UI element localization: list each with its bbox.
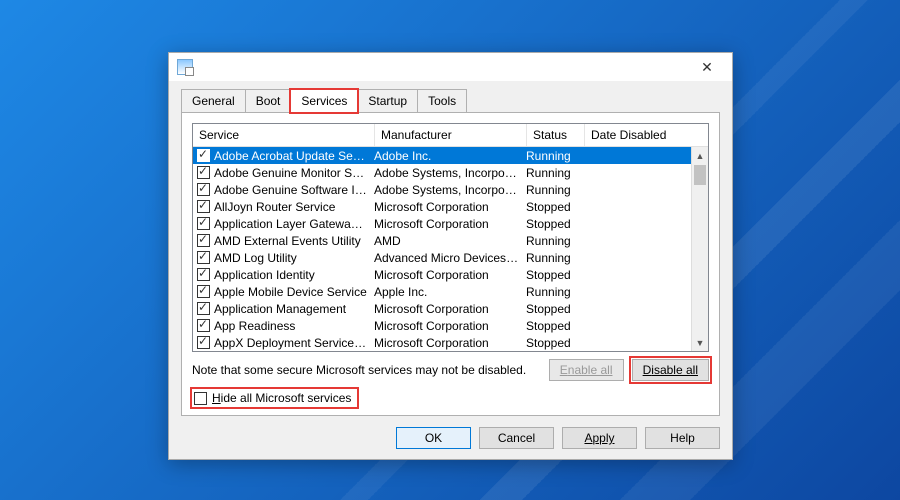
tab-strip: GeneralBootServicesStartupTools [169,81,732,113]
cell-manufacturer: Apple Inc. [374,285,526,299]
col-status[interactable]: Status [527,124,585,146]
cell-status: Stopped [526,200,584,214]
listview-header: Service Manufacturer Status Date Disable… [193,124,708,147]
hide-microsoft-services-label[interactable]: Hide all Microsoft services [212,391,351,405]
cell-status: Running [526,234,584,248]
apply-button[interactable]: Apply [562,427,637,449]
cell-manufacturer: Microsoft Corporation [374,302,526,316]
cell-manufacturer: Adobe Systems, Incorpora... [374,166,526,180]
cell-service: AMD External Events Utility [214,234,374,248]
table-row[interactable]: AppX Deployment Service (AppX...Microsof… [193,334,708,351]
row-checkbox[interactable] [197,268,210,281]
row-checkbox[interactable] [197,200,210,213]
cell-manufacturer: Microsoft Corporation [374,200,526,214]
cell-service: AppX Deployment Service (AppX... [214,336,374,350]
cell-status: Stopped [526,217,584,231]
tab-general[interactable]: General [181,89,246,113]
close-button[interactable]: ✕ [686,53,728,81]
cell-service: Application Layer Gateway Service [214,217,374,231]
table-row[interactable]: App ReadinessMicrosoft CorporationStoppe… [193,317,708,334]
cell-manufacturer: Microsoft Corporation [374,336,526,350]
table-row[interactable]: Application Layer Gateway ServiceMicroso… [193,215,708,232]
cell-manufacturer: AMD [374,234,526,248]
table-row[interactable]: AllJoyn Router ServiceMicrosoft Corporat… [193,198,708,215]
table-row[interactable]: Adobe Genuine Software Integri...Adobe S… [193,181,708,198]
row-checkbox[interactable] [197,183,210,196]
row-checkbox[interactable] [197,166,210,179]
secure-services-note: Note that some secure Microsoft services… [192,363,526,377]
tab-services[interactable]: Services [290,89,358,113]
table-row[interactable]: Application ManagementMicrosoft Corporat… [193,300,708,317]
cell-manufacturer: Adobe Inc. [374,149,526,163]
scroll-up-icon[interactable]: ▲ [692,147,708,164]
table-row[interactable]: Adobe Genuine Monitor ServiceAdobe Syste… [193,164,708,181]
enable-all-button: Enable all [549,359,624,381]
row-checkbox[interactable] [197,285,210,298]
col-service[interactable]: Service [193,124,375,146]
cell-status: Running [526,149,584,163]
row-checkbox[interactable] [197,251,210,264]
cell-status: Stopped [526,319,584,333]
table-row[interactable]: Apple Mobile Device ServiceApple Inc.Run… [193,283,708,300]
help-button[interactable]: Help [645,427,720,449]
cell-service: Adobe Genuine Monitor Service [214,166,374,180]
listview-body: Adobe Acrobat Update ServiceAdobe Inc.Ru… [193,147,708,351]
services-listview[interactable]: Service Manufacturer Status Date Disable… [192,123,709,352]
vertical-scrollbar[interactable]: ▲ ▼ [691,147,708,351]
cell-status: Running [526,251,584,265]
row-checkbox[interactable] [197,302,210,315]
cell-manufacturer: Microsoft Corporation [374,268,526,282]
hide-microsoft-services-highlight: Hide all Microsoft services [192,389,357,407]
cell-manufacturer: Microsoft Corporation [374,319,526,333]
row-checkbox[interactable] [197,217,210,230]
cell-service: Application Management [214,302,374,316]
cell-service: Application Identity [214,268,374,282]
table-row[interactable]: Adobe Acrobat Update ServiceAdobe Inc.Ru… [193,147,708,164]
cell-status: Stopped [526,268,584,282]
cell-status: Running [526,183,584,197]
tab-boot[interactable]: Boot [245,89,292,113]
cell-service: Adobe Acrobat Update Service [214,149,374,163]
cell-manufacturer: Advanced Micro Devices, I... [374,251,526,265]
cancel-button[interactable]: Cancel [479,427,554,449]
cell-status: Stopped [526,302,584,316]
services-tab-pane: Service Manufacturer Status Date Disable… [181,112,720,416]
cell-manufacturer: Adobe Systems, Incorpora... [374,183,526,197]
msconfig-dialog: ✕ GeneralBootServicesStartupTools Servic… [168,52,733,460]
cell-service: AllJoyn Router Service [214,200,374,214]
tab-tools[interactable]: Tools [417,89,467,113]
tab-startup[interactable]: Startup [357,89,418,113]
cell-service: Apple Mobile Device Service [214,285,374,299]
cell-status: Running [526,285,584,299]
scroll-down-icon[interactable]: ▼ [692,334,708,351]
cell-status: Stopped [526,336,584,350]
row-checkbox[interactable] [197,336,210,349]
cell-service: App Readiness [214,319,374,333]
hide-microsoft-services-checkbox[interactable] [194,392,207,405]
close-icon: ✕ [701,59,713,76]
row-checkbox[interactable] [197,234,210,247]
app-icon [177,59,193,75]
cell-service: Adobe Genuine Software Integri... [214,183,374,197]
titlebar: ✕ [169,53,732,81]
scroll-thumb[interactable] [694,165,706,185]
col-date-disabled[interactable]: Date Disabled [585,124,673,146]
cell-manufacturer: Microsoft Corporation [374,217,526,231]
dialog-footer: OK Cancel Apply Help [169,427,732,461]
cell-status: Running [526,166,584,180]
cell-service: AMD Log Utility [214,251,374,265]
table-row[interactable]: AMD External Events UtilityAMDRunning [193,232,708,249]
col-manufacturer[interactable]: Manufacturer [375,124,527,146]
row-checkbox[interactable] [197,149,210,162]
table-row[interactable]: Application IdentityMicrosoft Corporatio… [193,266,708,283]
table-row[interactable]: AMD Log UtilityAdvanced Micro Devices, I… [193,249,708,266]
ok-button[interactable]: OK [396,427,471,449]
row-checkbox[interactable] [197,319,210,332]
disable-all-button[interactable]: Disable all [632,359,709,381]
